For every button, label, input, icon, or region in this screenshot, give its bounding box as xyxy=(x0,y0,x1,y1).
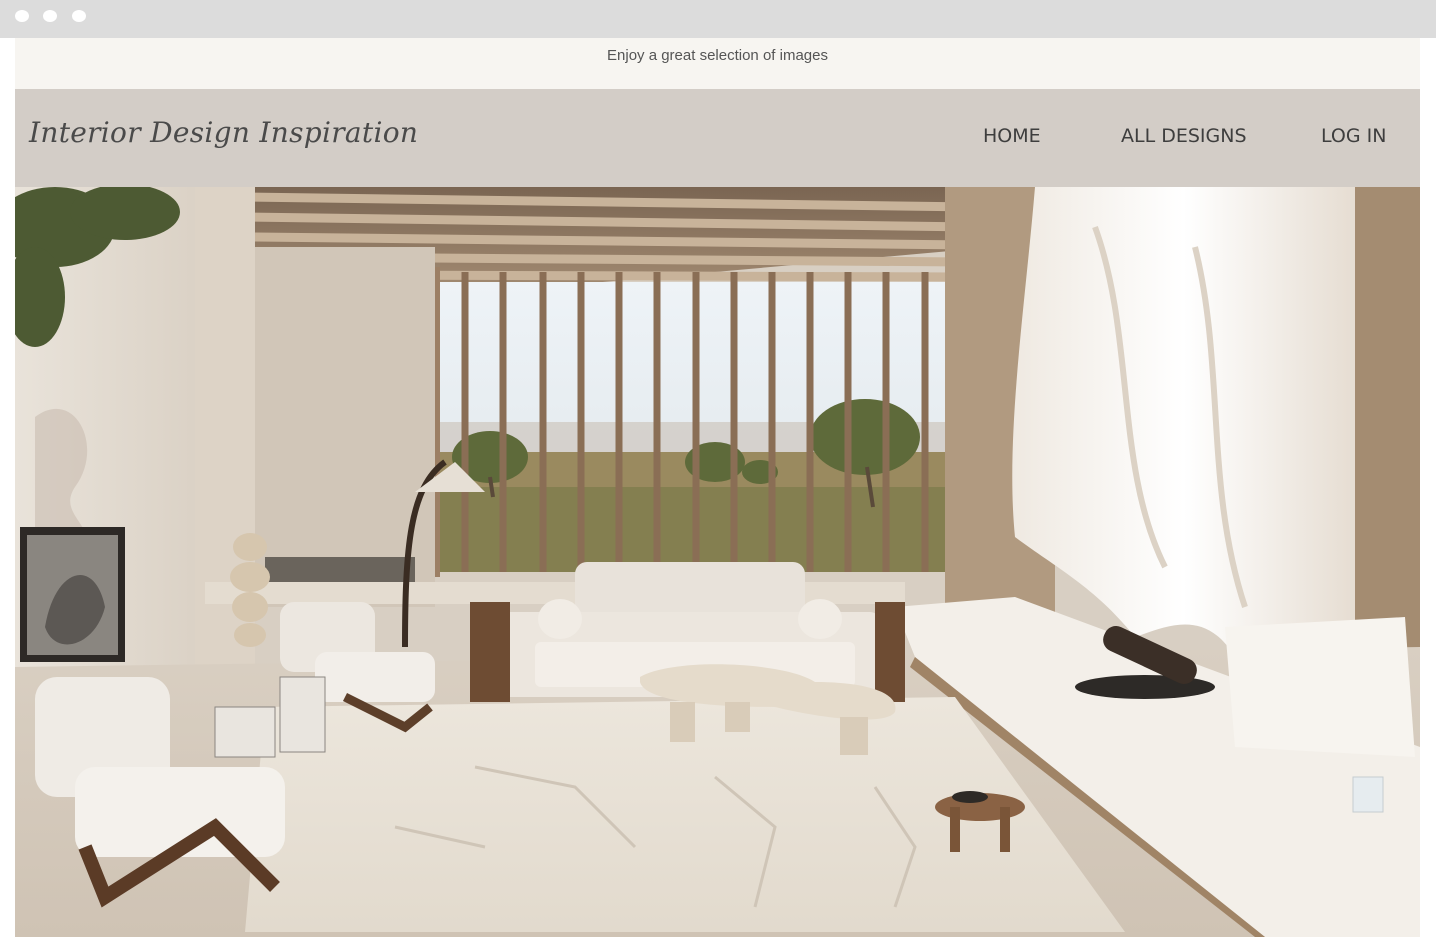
announcement-bar: Enjoy a great selection of images xyxy=(15,38,1420,89)
window-close-dot[interactable] xyxy=(15,10,29,22)
window-chrome xyxy=(0,0,1436,38)
interior-living-room-photo xyxy=(15,187,1420,937)
site-header: Interior Design Inspiration HOME ALL DES… xyxy=(15,89,1420,187)
nav-home[interactable]: HOME xyxy=(983,125,1041,147)
nav-all-designs[interactable]: ALL DESIGNS xyxy=(1121,125,1247,147)
page: Enjoy a great selection of images Interi… xyxy=(15,38,1420,937)
nav-log-in[interactable]: LOG IN xyxy=(1321,125,1386,147)
announcement-text: Enjoy a great selection of images xyxy=(607,47,828,64)
window-minimize-dot[interactable] xyxy=(43,10,57,22)
site-logo[interactable]: Interior Design Inspiration xyxy=(29,116,418,149)
window-maximize-dot[interactable] xyxy=(72,10,86,22)
glass xyxy=(1352,776,1384,813)
pillow xyxy=(1225,617,1415,757)
framed-artwork xyxy=(20,527,125,662)
bookshelf xyxy=(265,557,415,582)
hero-image xyxy=(15,187,1420,937)
